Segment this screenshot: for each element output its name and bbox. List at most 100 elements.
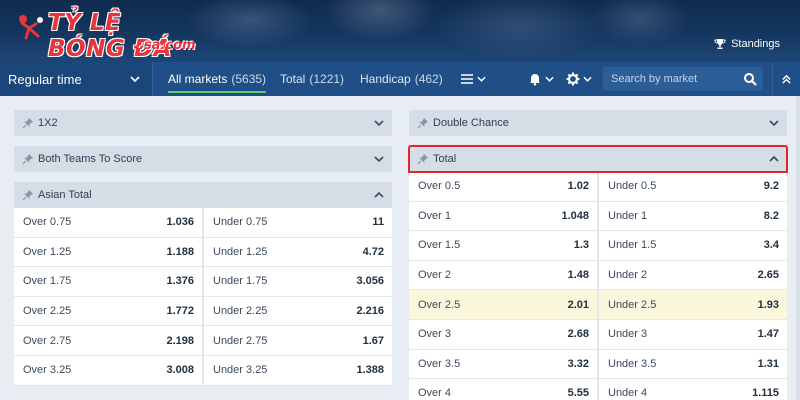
market-tabbar: Regular time All markets (5635) Total (1… — [0, 62, 800, 96]
odds-cell-over[interactable]: Over 2.5 2.01 — [409, 290, 597, 319]
odds-cell-under[interactable]: Under 0.5 9.2 — [597, 172, 787, 201]
tab-handicap[interactable]: Handicap (462) — [360, 62, 443, 96]
collapse-all-button[interactable] — [772, 62, 800, 96]
market-title: 1X2 — [38, 117, 58, 129]
odds-cell-under[interactable]: Under 2 2.65 — [597, 260, 787, 290]
odds-label: Under 3.5 — [608, 357, 657, 370]
settings-menu[interactable] — [566, 71, 592, 87]
chevron-up-icon — [374, 191, 384, 198]
odds-value: 1.115 — [752, 387, 779, 400]
period-selector[interactable]: Regular time — [0, 62, 153, 96]
odds-value: 1.188 — [166, 245, 194, 258]
tab-all-markets[interactable]: All markets (5635) — [168, 62, 267, 96]
odds-cell-over[interactable]: Over 1.5 1.3 — [409, 231, 597, 260]
odds-cell-over[interactable]: Over 4 5.55 — [409, 379, 597, 400]
period-label: Regular time — [8, 71, 82, 87]
page-scrollbar[interactable] — [796, 96, 800, 400]
odds-value: 11 — [372, 216, 384, 229]
odds-cell-over[interactable]: Over 1.25 1.188 — [14, 238, 202, 267]
standings-label: Standings — [731, 38, 780, 50]
odds-label: Under 1.5 — [608, 239, 657, 252]
odds-value: 9.2 — [763, 180, 779, 193]
odds-row: Over 3 2.68 Under 3 1.47 — [409, 319, 787, 350]
odds-row-highlighted: Over 2.5 2.01 Under 2.5 1.93 — [409, 290, 787, 320]
market-title: Both Teams To Score — [38, 153, 143, 165]
odds-cell-over[interactable]: Over 1.75 1.376 — [14, 267, 202, 296]
market-header-1x2[interactable]: 1X2 — [14, 110, 392, 136]
odds-label: Under 3.25 — [213, 364, 268, 377]
pin-icon[interactable] — [22, 117, 34, 129]
odds-cell-under[interactable]: Under 3.25 1.388 — [202, 355, 392, 385]
list-menu-icon — [461, 74, 473, 84]
total-odds-table: Over 0.5 1.02 Under 0.5 9.2 Over 1 1.048 Un… — [409, 172, 787, 400]
asian-total-odds-table: Over 0.75 1.036 Under 0.75 11 Over 1.25 1.1… — [14, 208, 392, 386]
standings-link[interactable]: Standings — [714, 38, 780, 50]
notifications-menu[interactable] — [528, 71, 554, 87]
odds-value: 1.47 — [757, 328, 779, 341]
search-icon[interactable] — [743, 72, 757, 86]
odds-cell-under[interactable]: Under 0.75 11 — [202, 208, 392, 237]
odds-value: 1.376 — [166, 275, 194, 288]
chevron-down-icon — [769, 120, 779, 127]
odds-value: 2.216 — [356, 305, 384, 318]
pin-icon[interactable] — [417, 117, 429, 129]
odds-value: 1.93 — [757, 298, 779, 311]
odds-label: Over 2 — [418, 269, 452, 282]
market-header-asian-total[interactable]: Asian Total — [14, 182, 392, 208]
odds-value: 2.198 — [166, 334, 194, 347]
odds-cell-under[interactable]: Under 1.25 4.72 — [202, 237, 392, 267]
market-header-both-teams-to-score[interactable]: Both Teams To Score — [14, 146, 392, 172]
odds-cell-over[interactable]: Over 0.75 1.036 — [14, 208, 202, 237]
odds-cell-under[interactable]: Under 2.25 2.216 — [202, 296, 392, 326]
odds-cell-over[interactable]: Over 2 1.48 — [409, 261, 597, 290]
more-markets-menu[interactable] — [460, 71, 486, 87]
market-header-total[interactable]: Total — [408, 145, 788, 173]
odds-label: Over 2.25 — [23, 305, 72, 318]
odds-cell-over[interactable]: Over 2.25 1.772 — [14, 297, 202, 326]
odds-value: 1.02 — [567, 180, 589, 193]
odds-value: 1.3 — [573, 239, 589, 252]
odds-cell-under[interactable]: Under 3 1.47 — [597, 319, 787, 349]
odds-cell-under[interactable]: Under 3.5 1.31 — [597, 349, 787, 379]
site-logo[interactable]: TỶ LỆ BÓNG ĐÁ .sa.com — [14, 4, 204, 62]
odds-value: 3.008 — [166, 364, 194, 377]
odds-value: 1.31 — [757, 357, 779, 370]
odds-cell-under[interactable]: Under 1 8.2 — [597, 201, 787, 231]
odds-cell-over[interactable]: Over 3 2.68 — [409, 320, 597, 349]
pin-icon[interactable] — [22, 153, 34, 165]
odds-cell-under[interactable]: Under 1.75 3.056 — [202, 267, 392, 296]
left-market-column: 1X2 Both Teams To Score Asian Total Over… — [14, 110, 392, 386]
bell-icon — [530, 74, 540, 86]
odds-row: Over 1 1.048 Under 1 8.2 — [409, 201, 787, 232]
pin-icon[interactable] — [417, 153, 429, 165]
odds-cell-over[interactable]: Over 0.5 1.02 — [409, 172, 597, 201]
odds-cell-over[interactable]: Over 1 1.048 — [409, 202, 597, 231]
odds-label: Over 2.75 — [23, 334, 72, 347]
market-title: Double Chance — [433, 117, 509, 129]
pin-icon[interactable] — [22, 189, 34, 201]
odds-row: Over 2 1.48 Under 2 2.65 — [409, 260, 787, 291]
odds-row: Over 2.75 2.198 Under 2.75 1.67 — [14, 326, 392, 356]
market-search-input[interactable]: Search by market — [603, 67, 763, 91]
odds-value: 2.68 — [567, 328, 589, 341]
market-header-double-chance[interactable]: Double Chance — [409, 110, 787, 136]
odds-cell-under[interactable]: Under 4 1.115 — [597, 379, 787, 400]
gear-icon — [566, 72, 580, 86]
chevron-down-icon — [374, 120, 384, 127]
odds-cell-over[interactable]: Over 3.25 3.008 — [14, 356, 202, 385]
tab-total[interactable]: Total (1221) — [280, 62, 344, 96]
odds-row: Over 4 5.55 Under 4 1.115 — [409, 379, 787, 400]
tab-count: (462) — [414, 72, 443, 86]
odds-label: Over 2.5 — [418, 298, 461, 311]
odds-value: 1.67 — [362, 334, 384, 347]
odds-cell-under[interactable]: Under 2.75 1.67 — [202, 326, 392, 355]
chevron-down-icon — [545, 76, 554, 82]
odds-cell-under[interactable]: Under 1.5 3.4 — [597, 231, 787, 260]
odds-row: Over 3.25 3.008 Under 3.25 1.388 — [14, 355, 392, 386]
odds-cell-over[interactable]: Over 2.75 2.198 — [14, 326, 202, 355]
odds-cell-over[interactable]: Over 3.5 3.32 — [409, 350, 597, 379]
odds-cell-under[interactable]: Under 2.5 1.93 — [597, 290, 787, 319]
search-placeholder: Search by market — [611, 73, 698, 85]
odds-value: 3.056 — [356, 275, 384, 288]
odds-label: Under 2.25 — [213, 305, 268, 318]
